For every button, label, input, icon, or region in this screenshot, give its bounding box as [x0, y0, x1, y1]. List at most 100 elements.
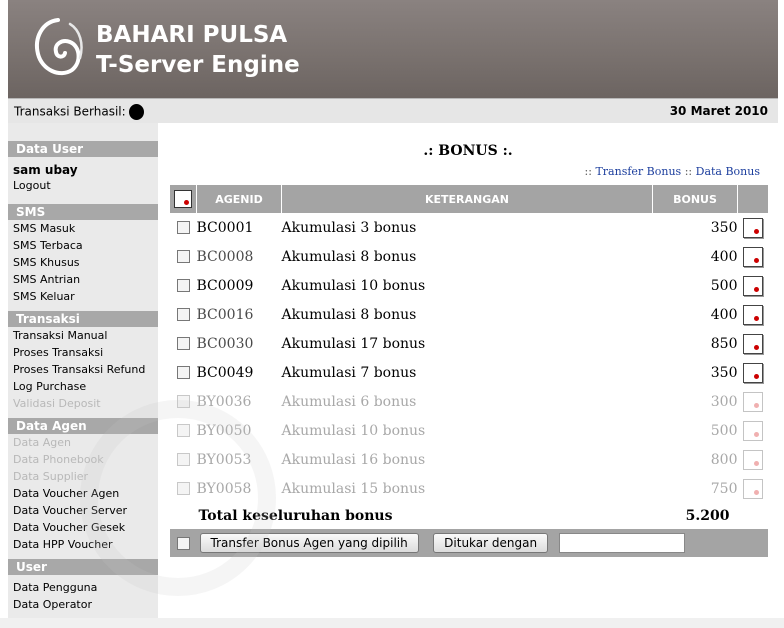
brand-title: BAHARI PULSA T-Server Engine [96, 20, 300, 80]
bonus-detail-icon[interactable] [742, 304, 763, 325]
header-banner: BAHARI PULSA T-Server Engine [8, 0, 778, 98]
sidebar-item-sms-masuk[interactable]: SMS Masuk [8, 220, 158, 237]
sidebar-item-sms-khusus[interactable]: SMS Khusus [8, 254, 158, 271]
bonus-detail-icon[interactable] [742, 420, 763, 441]
sidebar-item-proses-transaksi[interactable]: Proses Transaksi [8, 344, 158, 361]
action-bar: Transfer Bonus Agen yang dipilih Ditukar… [170, 529, 768, 557]
row-bonus: 800 [710, 451, 738, 468]
transfer-bonus-link[interactable]: Transfer Bonus [595, 165, 681, 178]
app-window: BAHARI PULSA T-Server Engine Transaksi B… [0, 0, 784, 628]
table-row: BY0058 Akumulasi 15 bonus 750 [170, 474, 768, 503]
table-row: BY0050 Akumulasi 10 bonus 500 [170, 416, 768, 445]
sidebar-item-data-supplier[interactable]: Data Supplier [8, 468, 158, 485]
row-checkbox[interactable] [176, 221, 190, 234]
sidebar-item-sms-keluar[interactable]: SMS Keluar [8, 288, 158, 305]
page-title: .: BONUS :. [423, 143, 513, 159]
logout-link[interactable]: Logout [8, 177, 158, 194]
row-agenid: BC0001 [196, 219, 254, 236]
footer-checkbox[interactable] [176, 536, 190, 550]
bonus-detail-icon[interactable] [742, 391, 763, 412]
sidebar-item-data-agen[interactable]: Data Agen [8, 434, 158, 451]
row-checkbox[interactable] [176, 337, 190, 350]
column-header-action [737, 185, 768, 213]
logged-in-username: sam ubay [13, 163, 78, 177]
row-checkbox[interactable] [176, 395, 190, 408]
sidebar-item-data-voucher-server[interactable]: Data Voucher Server [8, 502, 158, 519]
select-all-checkbox-icon[interactable] [174, 190, 192, 208]
row-agenid: BC0049 [196, 364, 254, 381]
link-separator: :: [584, 165, 592, 178]
sidebar-item-validasi-deposit[interactable]: Validasi Deposit [8, 395, 158, 412]
row-keterangan: Akumulasi 6 bonus [281, 393, 417, 410]
sidebar-item-data-pengguna[interactable]: Data Pengguna [8, 579, 158, 596]
bonus-content: .: BONUS :. :: Transfer Bonus :: Data Bo… [158, 123, 778, 628]
row-bonus: 850 [710, 335, 738, 352]
bonus-detail-icon[interactable] [742, 275, 763, 296]
total-label: Total keseluruhan bonus [198, 508, 393, 524]
row-checkbox[interactable] [176, 453, 190, 466]
sidebar-item-sms-antrian[interactable]: SMS Antrian [8, 271, 158, 288]
select-all-header [170, 185, 197, 213]
exchange-button[interactable]: Ditukar dengan [433, 533, 549, 553]
row-bonus: 400 [710, 306, 738, 323]
row-bonus: 500 [710, 422, 738, 439]
table-row: BC0016 Akumulasi 8 bonus 400 [170, 300, 768, 329]
row-checkbox[interactable] [176, 366, 190, 379]
table-row: BY0053 Akumulasi 16 bonus 800 [170, 445, 768, 474]
main-panel: .: BONUS :. :: Transfer Bonus :: Data Bo… [158, 123, 778, 628]
sidebar-item-data-phonebook[interactable]: Data Phonebook [8, 451, 158, 468]
row-bonus: 500 [710, 277, 738, 294]
sidebar-item-transaksi-manual[interactable]: Transaksi Manual [8, 327, 158, 344]
row-bonus: 350 [710, 219, 738, 236]
sidebar-section-data-user: Data User [8, 141, 158, 157]
row-bonus: 350 [710, 364, 738, 381]
transfer-selected-button[interactable]: Transfer Bonus Agen yang dipilih [199, 533, 419, 553]
sidebar-item-log-purchase[interactable]: Log Purchase [8, 378, 158, 395]
exchange-input[interactable] [558, 533, 685, 553]
bonus-nav-links: :: Transfer Bonus :: Data Bonus [585, 165, 760, 178]
bonus-detail-icon[interactable] [742, 362, 763, 383]
sidebar-item-data-hpp-voucher[interactable]: Data HPP Voucher [8, 536, 158, 553]
bonus-detail-icon[interactable] [742, 246, 763, 267]
row-checkbox[interactable] [176, 482, 190, 495]
sidebar-item-proses-transaksi-refund[interactable]: Proses Transaksi Refund [8, 361, 158, 378]
bonus-detail-icon[interactable] [742, 478, 763, 499]
row-agenid: BY0053 [196, 451, 252, 468]
current-date: 30 Maret 2010 [669, 104, 768, 118]
table-row: BC0001 Akumulasi 3 bonus 350 [170, 213, 768, 242]
row-keterangan: Akumulasi 10 bonus [281, 277, 426, 294]
row-agenid: BC0009 [196, 277, 254, 294]
row-bonus: 400 [710, 248, 738, 265]
row-checkbox[interactable] [176, 250, 190, 263]
table-row: BC0030 Akumulasi 17 bonus 850 [170, 329, 768, 358]
row-agenid: BY0050 [196, 422, 252, 439]
data-bonus-link[interactable]: Data Bonus [696, 165, 760, 178]
row-agenid: BC0016 [196, 306, 254, 323]
bonus-detail-icon[interactable] [742, 333, 763, 354]
bonus-detail-icon[interactable] [742, 449, 763, 470]
sidebar-item-data-operator[interactable]: Data Operator [8, 596, 158, 613]
sidebar-item-data-voucher-gesek[interactable]: Data Voucher Gesek [8, 519, 158, 536]
redacted-count [128, 104, 144, 120]
column-header-bonus: BONUS [652, 185, 738, 213]
row-keterangan: Akumulasi 17 bonus [281, 335, 426, 352]
sidebar-item-sms-terbaca[interactable]: SMS Terbaca [8, 237, 158, 254]
window-bottom-edge [0, 618, 784, 628]
transaction-status: Transaksi Berhasil: [14, 104, 144, 120]
row-checkbox[interactable] [176, 424, 190, 437]
column-header-keterangan: KETERANGAN [281, 185, 653, 213]
row-checkbox[interactable] [176, 279, 190, 292]
sidebar-item-data-voucher-agen[interactable]: Data Voucher Agen [8, 485, 158, 502]
row-agenid: BC0008 [196, 248, 254, 265]
total-value: 5.200 [685, 508, 730, 524]
row-checkbox[interactable] [176, 308, 190, 321]
row-keterangan: Akumulasi 8 bonus [281, 248, 417, 265]
row-keterangan: Akumulasi 15 bonus [281, 480, 426, 497]
sidebar-section-data-agen: Data Agen [8, 418, 158, 434]
row-bonus: 750 [710, 480, 738, 497]
sidebar-section-transaksi: Transaksi [8, 311, 158, 327]
column-header-agenid: AGENID [196, 185, 282, 213]
row-keterangan: Akumulasi 8 bonus [281, 306, 417, 323]
bonus-detail-icon[interactable] [742, 217, 763, 238]
row-keterangan: Akumulasi 10 bonus [281, 422, 426, 439]
